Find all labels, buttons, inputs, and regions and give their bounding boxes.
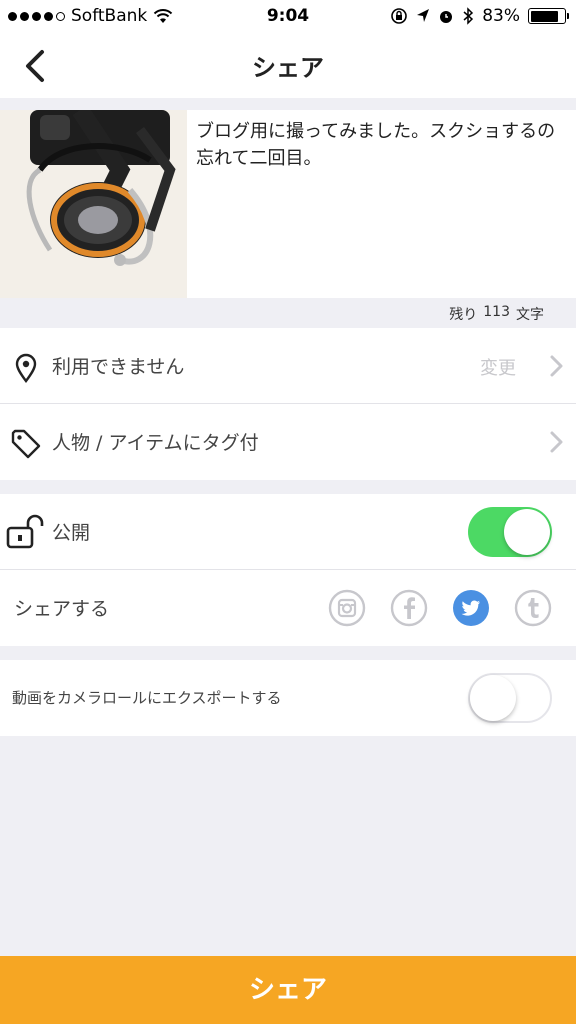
remaining-count: 113	[483, 304, 510, 320]
share-to-label: シェアする	[14, 598, 110, 620]
social-services	[328, 589, 552, 627]
fishing-reel-photo	[0, 110, 187, 298]
public-row: 公開	[0, 494, 576, 570]
remaining-unit: 文字	[516, 307, 544, 323]
share-button[interactable]: シェア	[0, 956, 576, 1024]
location-label: 利用できません	[52, 356, 185, 378]
tumblr-icon[interactable]	[514, 589, 552, 627]
navigation-bar: シェア	[0, 34, 576, 98]
alarm-icon	[440, 11, 453, 23]
battery-percent: 83%	[482, 6, 520, 26]
bluetooth-icon	[463, 7, 474, 25]
twitter-icon[interactable]	[452, 589, 490, 627]
character-counter: 残り 113 文字	[449, 304, 544, 324]
toggle-knob	[470, 675, 516, 721]
status-right: 83%	[390, 6, 569, 26]
location-icon	[417, 9, 430, 22]
chevron-right-icon	[550, 355, 563, 377]
public-label: 公開	[52, 522, 91, 544]
post-caption[interactable]: ブログ用に撮ってみました。スクショするの忘れて二回目。	[196, 118, 560, 172]
post-preview: ブログ用に撮ってみました。スクショするの忘れて二回目。	[0, 110, 576, 298]
details-group: 利用できません 変更 人物 / アイテムにタグ付	[0, 328, 576, 480]
tag-row[interactable]: 人物 / アイテムにタグ付	[0, 404, 576, 480]
status-bar: SoftBank 9:04 83%	[0, 0, 576, 34]
change-location-button[interactable]: 変更	[480, 354, 516, 380]
location-pin-icon	[15, 353, 37, 384]
battery-icon	[528, 8, 569, 24]
chevron-left-icon	[26, 50, 44, 82]
facebook-icon[interactable]	[390, 589, 428, 627]
share-to-row: シェアする	[0, 570, 576, 646]
tag-label: 人物 / アイテムにタグ付	[52, 432, 259, 454]
export-group: 動画をカメラロールにエクスポートする	[0, 660, 576, 736]
character-counter-row: 残り 113 文字	[0, 298, 576, 328]
remaining-label: 残り	[449, 307, 478, 323]
battery-level	[530, 10, 558, 22]
chevron-right-icon	[550, 431, 563, 453]
export-toggle[interactable]	[468, 673, 552, 723]
post-thumbnail[interactable]	[0, 110, 187, 298]
instagram-icon[interactable]	[328, 589, 366, 627]
share-options-group: 公開 シェアする	[0, 494, 576, 646]
export-label: 動画をカメラロールにエクスポートする	[12, 689, 282, 707]
toggle-knob	[504, 509, 550, 555]
page-title: シェア	[252, 54, 324, 82]
orientation-lock-icon	[391, 8, 408, 24]
tag-icon	[11, 429, 41, 459]
location-row[interactable]: 利用できません 変更	[0, 328, 576, 404]
back-button[interactable]	[18, 46, 58, 86]
public-toggle[interactable]	[468, 507, 552, 557]
export-row: 動画をカメラロールにエクスポートする	[0, 660, 576, 736]
unlock-icon	[6, 514, 44, 549]
